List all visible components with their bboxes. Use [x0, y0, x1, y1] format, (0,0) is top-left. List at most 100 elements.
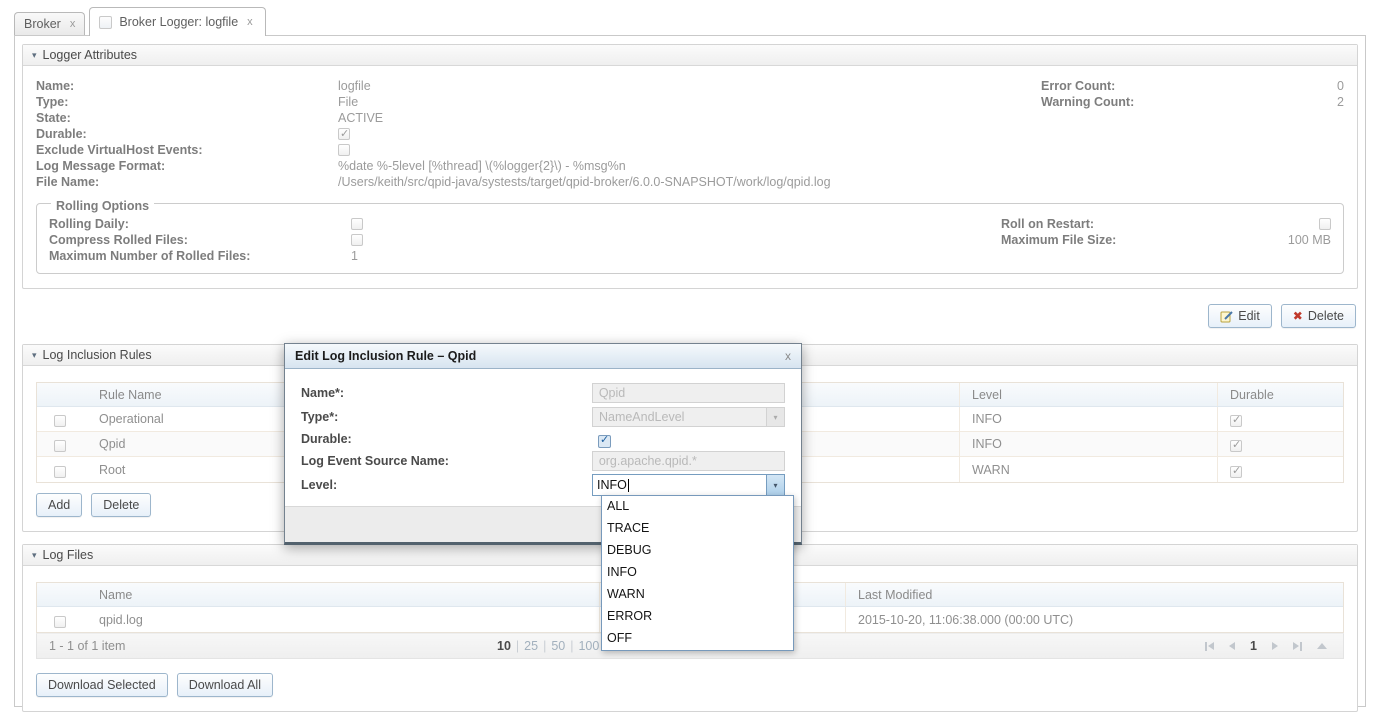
last-modified-cell: 2015-10-20, 11:06:38.000 (00:00 UTC) [845, 607, 1343, 632]
rolling-daily-label: Rolling Daily: [49, 216, 351, 232]
name-label: Name: [36, 78, 338, 94]
last-modified-column-header[interactable]: Last Modified [845, 583, 1343, 606]
edit-button-label: Edit [1238, 309, 1260, 323]
level-option-off[interactable]: OFF [602, 628, 793, 650]
level-option-trace[interactable]: TRACE [602, 518, 793, 540]
dialog-level-combobox[interactable]: INFO ▾ [592, 474, 785, 496]
logger-action-row: Edit ✖ Delete [24, 304, 1356, 328]
log-message-format-value: %date %-5level [%thread] \(%logger{2}\) … [338, 158, 626, 174]
level-option-error[interactable]: ERROR [602, 606, 793, 628]
file-name-value: /Users/keith/src/qpid-java/systests/targ… [338, 174, 831, 190]
rolling-options-fieldset: Rolling Options Rolling Daily: Compress … [36, 203, 1344, 274]
durable-checkbox [338, 128, 350, 140]
page-size-25[interactable]: 25 [524, 639, 538, 653]
level-cell: INFO [959, 407, 1217, 431]
dialog-durable-label: Durable: [301, 432, 598, 446]
logger-attributes-header[interactable]: ▾ Logger Attributes [23, 45, 1357, 66]
dialog-name-field: Qpid [592, 383, 785, 403]
download-all-button[interactable]: Download All [177, 673, 273, 697]
dialog-close-icon[interactable]: x [785, 349, 791, 363]
collapse-arrow-icon: ▾ [32, 345, 37, 365]
log-message-format-label: Log Message Format: [36, 158, 338, 174]
level-option-debug[interactable]: DEBUG [602, 540, 793, 562]
delete-button-label: Delete [1308, 309, 1344, 323]
download-selected-button[interactable]: Download Selected [36, 673, 168, 697]
rolling-options-legend: Rolling Options [51, 199, 154, 213]
roll-on-restart-label: Roll on Restart: [1001, 216, 1094, 232]
close-icon[interactable]: x [247, 16, 253, 28]
last-page-icon[interactable] [1293, 642, 1302, 651]
page-size-10[interactable]: 10 [497, 639, 511, 653]
attributes-left-column: Name:logfile Type:File State:ACTIVE Dura… [36, 78, 831, 190]
next-page-icon[interactable] [1272, 642, 1278, 650]
dialog-level-label: Level: [301, 478, 592, 492]
level-column-header[interactable]: Level [959, 383, 1217, 406]
type-label: Type: [36, 94, 338, 110]
logger-attributes-section: ▾ Logger Attributes Name:logfile Type:Fi… [22, 44, 1358, 289]
file-name-cell: qpid.log [83, 613, 599, 627]
warning-count-value: 2 [1337, 94, 1344, 110]
delete-rule-button[interactable]: Delete [91, 493, 151, 517]
tab-broker-logger-label: Broker Logger: logfile [119, 15, 238, 29]
durable-column-header[interactable]: Durable [1217, 383, 1343, 406]
level-cell: INFO [959, 432, 1217, 456]
warning-count-label: Warning Count: [1041, 94, 1134, 110]
tab-broker[interactable]: Broker x [14, 12, 85, 36]
tab-broker-label: Broker [24, 17, 61, 31]
dialog-title: Edit Log Inclusion Rule – Qpid [295, 349, 476, 363]
error-count-label: Error Count: [1041, 78, 1115, 94]
current-page-number: 1 [1250, 639, 1257, 653]
logger-attributes-title: Logger Attributes [43, 45, 138, 65]
delete-button[interactable]: ✖ Delete [1281, 304, 1356, 328]
level-option-all[interactable]: ALL [602, 496, 793, 518]
level-option-warn[interactable]: WARN [602, 584, 793, 606]
page-size-50[interactable]: 50 [551, 639, 565, 653]
durable-cell-checkbox [1230, 440, 1242, 452]
log-inclusion-rules-title: Log Inclusion Rules [43, 345, 152, 365]
file-name-label: File Name: [36, 174, 338, 190]
dialog-title-bar[interactable]: Edit Log Inclusion Rule – Qpid x [285, 344, 801, 369]
text-caret [628, 479, 629, 492]
add-rule-button[interactable]: Add [36, 493, 82, 517]
file-name-column-header[interactable]: Name [83, 588, 599, 602]
roll-on-restart-checkbox [1319, 218, 1331, 230]
log-files-title: Log Files [43, 545, 94, 565]
scroll-top-icon[interactable] [1317, 643, 1327, 649]
chevron-down-icon[interactable]: ▾ [766, 475, 784, 495]
row-checkbox[interactable] [54, 616, 66, 628]
type-value: File [338, 94, 358, 110]
dialog-type-select: NameAndLevel▾ [592, 407, 785, 427]
close-icon[interactable]: x [70, 18, 76, 30]
state-value: ACTIVE [338, 110, 383, 126]
compress-rolled-files-checkbox [351, 234, 363, 246]
delete-rule-button-label: Delete [103, 498, 139, 512]
durable-cell-checkbox [1230, 415, 1242, 427]
dialog-durable-checkbox[interactable] [598, 435, 611, 448]
name-value: logfile [338, 78, 371, 94]
previous-page-icon[interactable] [1229, 642, 1235, 650]
level-option-info[interactable]: INFO [602, 562, 793, 584]
maximum-file-size-value: 100 MB [1288, 232, 1331, 248]
rolling-daily-checkbox [351, 218, 363, 230]
durable-cell-checkbox [1230, 466, 1242, 478]
delete-x-icon: ✖ [1293, 309, 1303, 323]
exclude-virtualhost-events-label: Exclude VirtualHost Events: [36, 142, 338, 158]
row-checkbox[interactable] [54, 415, 66, 427]
dialog-name-label: Name*: [301, 386, 592, 400]
first-page-icon[interactable] [1205, 642, 1214, 651]
tab-icon [99, 16, 112, 29]
page-size-selector: 10|25|50|100 [497, 639, 599, 653]
exclude-virtualhost-events-checkbox [338, 144, 350, 156]
maximum-number-of-rolled-files-value: 1 [351, 248, 358, 264]
pagination-nav: 1 [1205, 639, 1327, 653]
tab-broker-logger-logfile[interactable]: Broker Logger: logfile x [89, 7, 265, 36]
download-all-label: Download All [189, 678, 261, 692]
row-checkbox[interactable] [54, 440, 66, 452]
download-selected-label: Download Selected [48, 678, 156, 692]
row-checkbox[interactable] [54, 466, 66, 478]
tab-bar: Broker x Broker Logger: logfile x [0, 0, 1380, 35]
edit-icon [1220, 310, 1233, 323]
edit-button[interactable]: Edit [1208, 304, 1272, 328]
maximum-number-of-rolled-files-label: Maximum Number of Rolled Files: [49, 248, 351, 264]
page-size-100[interactable]: 100 [578, 639, 599, 653]
